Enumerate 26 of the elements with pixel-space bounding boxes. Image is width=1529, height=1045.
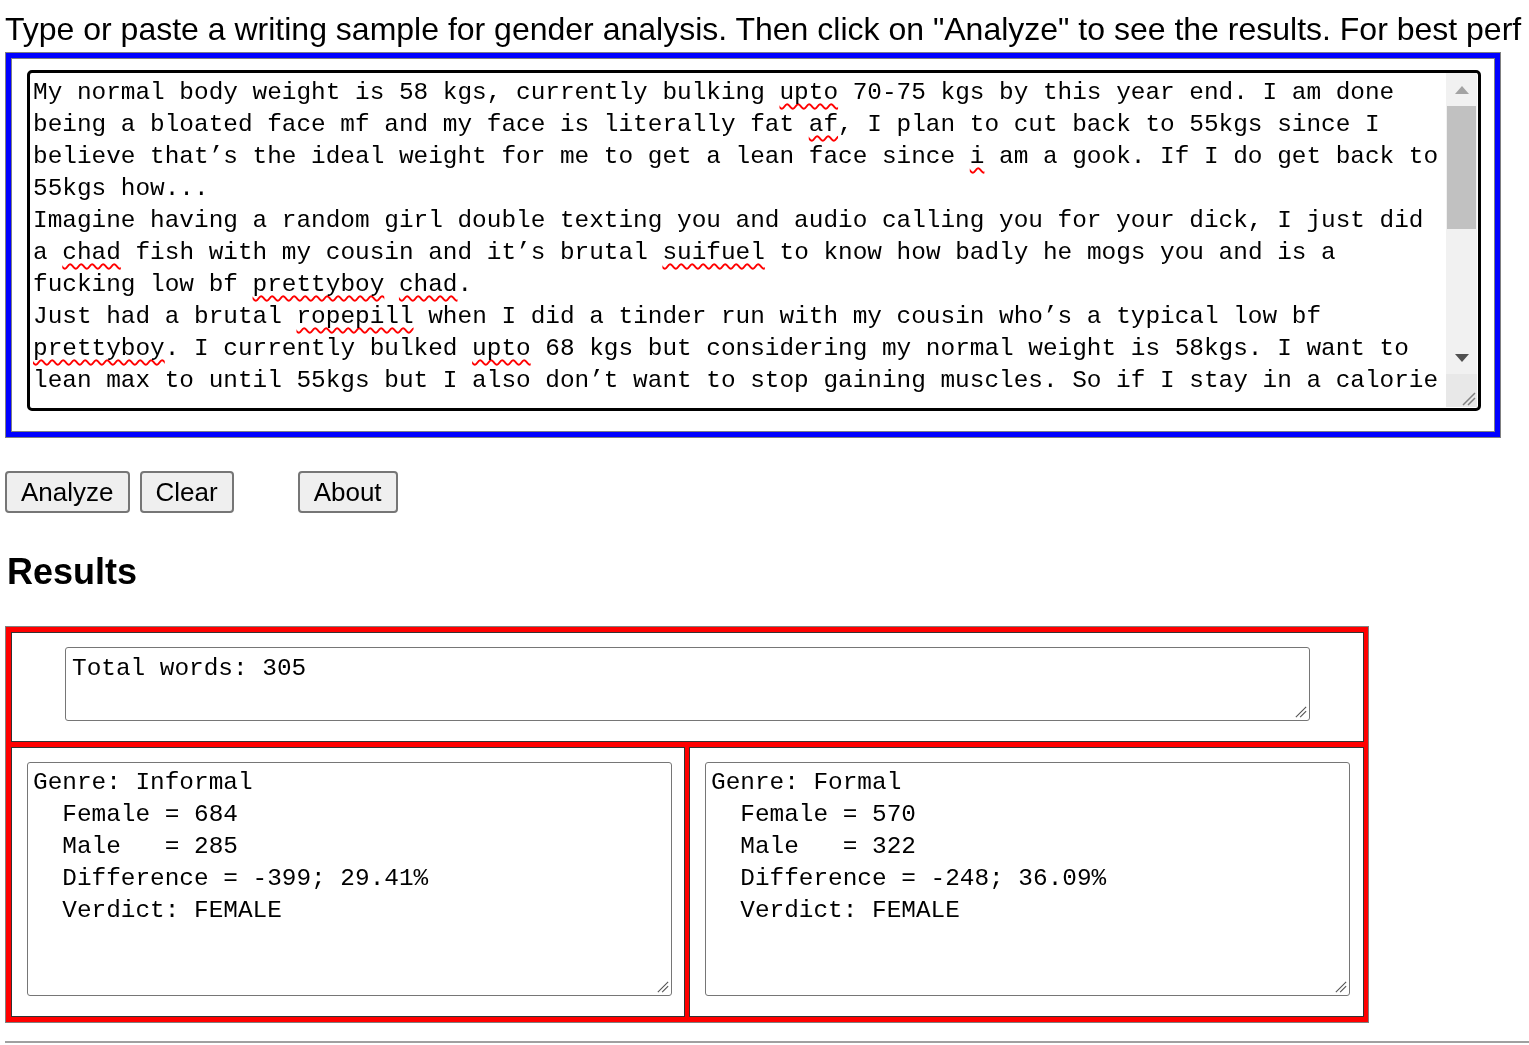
scrollbar-thumb[interactable] [1447,106,1476,229]
misspelled-word: ropepill [296,303,414,330]
misspelled-word: upto [779,79,839,106]
resize-grip-icon[interactable] [1335,981,1347,993]
sample-text-field[interactable]: My normal body weight is 58 kgs, currently bulking upto 70-75 kgs by this year end. I am done being a bloated face mf and my face is literally fat af, I plan to cut back to 55kgs since I believe that’s the ideal weight for me to get a lean face since i am a gook. If I do get back to 55kgs how... Imagine having a random girl double texting you and audio calling you for your dick, I just did a chad fish with my cousin and it’s brutal suifuel to know how badly he mogs you and is a fucking low bf prettyboy chad. Just had a brutal ropepill when I did a tinder run with my cousin who’s a typical low bf prettyboy. I currently bulked upto 68 kgs but considering my normal weight is 58kgs. I want to lean max to until 55kgs but I also don’t want to stop gaining muscles. So if I stay in a calorie [27,70,1481,411]
total-words-field[interactable]: Total words: 305 [65,647,1310,721]
about-button[interactable]: About [297,471,398,513]
misspelled-word: suifuel [662,239,765,266]
misspelled-word: chad [62,239,121,266]
action-button[interactable]: Analyze [5,471,130,513]
scrollbar[interactable] [1446,73,1477,407]
results-heading: Results [7,551,139,592]
action-button[interactable]: Clear [139,471,234,513]
genre-result-field[interactable]: Genre: Formal Female = 570 Male = 322 Difference = -248; 36.09% Verdict: FEMALE [705,762,1350,996]
misspelled-word: prettyboy [252,271,385,298]
instructions-text: Type or paste a writing sample for gender analysis. Then click on "Analyze" to see the results. For best perf [5,11,1523,48]
resize-grip-icon[interactable] [657,981,669,993]
genre-result-field[interactable]: Genre: Informal Female = 684 Male = 285 Difference = -399; 29.41% Verdict: FEMALE [27,762,672,996]
misspelled-word: chad [398,271,458,298]
resize-grip-icon[interactable] [1462,392,1476,406]
resize-grip-icon[interactable] [1295,706,1307,718]
misspelled-word: i [969,143,985,170]
misspelled-word: prettyboy [33,335,165,362]
misspelled-word: upto [472,335,531,362]
misspelled-word: af [808,111,839,138]
scroll-down-arrow-icon[interactable] [1454,353,1469,362]
